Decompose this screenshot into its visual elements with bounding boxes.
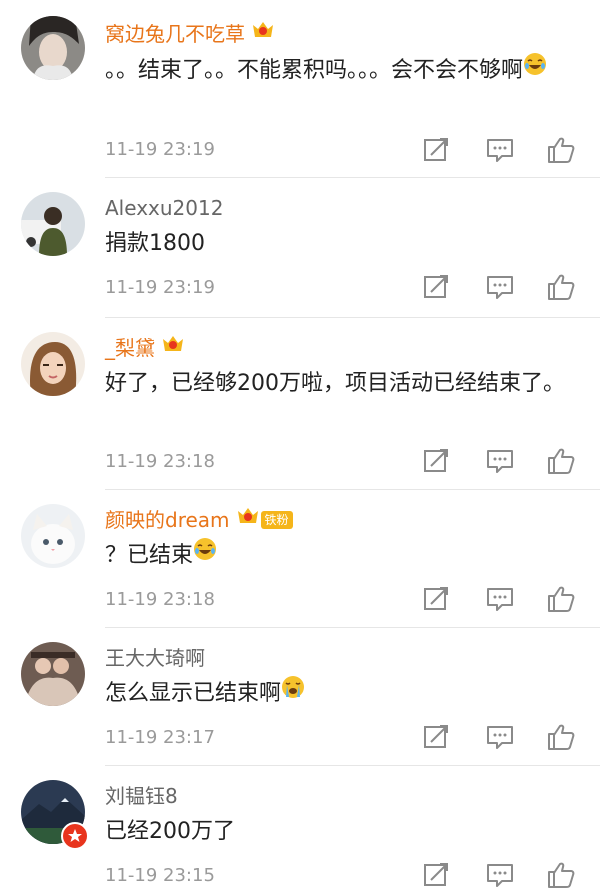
username-text: 窝边兔几不吃草: [105, 22, 245, 46]
comment-icon[interactable]: [484, 445, 516, 477]
like-icon[interactable]: [545, 721, 577, 753]
comment-item: 窝边兔几不吃草 。。结束了。。不能累积吗。。。会不会不够啊 11-19 23:1…: [0, 0, 600, 178]
verified-badge-icon: [61, 822, 89, 850]
username-text: _梨黛: [105, 336, 155, 360]
username-text: 王大大琦啊: [105, 646, 205, 670]
comment-time: 11-19 23:17: [105, 727, 215, 748]
username[interactable]: 王大大琦啊: [105, 644, 205, 672]
comment-text-body: 捐款1800: [105, 231, 205, 256]
comment-text: 怎么显示已结束啊: [105, 675, 590, 712]
comment-time: 11-19 23:19: [105, 139, 215, 160]
like-icon[interactable]: [545, 134, 577, 166]
username[interactable]: 刘韫钰8: [105, 782, 178, 810]
comment-text-body: 已经200万了: [105, 819, 235, 844]
comment-item: 颜映的dream 铁粉 ？已结束 11-19 23:18: [0, 490, 600, 628]
like-icon[interactable]: [545, 859, 577, 891]
comment-time: 11-19 23:18: [105, 451, 215, 472]
share-icon[interactable]: [420, 859, 452, 891]
laugh-cry-emoji: [523, 52, 547, 87]
share-icon[interactable]: [420, 271, 452, 303]
avatar[interactable]: [21, 642, 85, 706]
comment-icon[interactable]: [484, 859, 516, 891]
avatar[interactable]: [21, 16, 85, 80]
fan-badge: 铁粉: [260, 510, 293, 529]
comment-time: 11-19 23:18: [105, 589, 215, 610]
comment-text: ？已结束: [105, 537, 590, 574]
laugh-cry-emoji: [193, 537, 217, 572]
comment-text-body: ？已结束: [105, 543, 194, 568]
username[interactable]: 窝边兔几不吃草: [105, 20, 275, 50]
username-text: 刘韫钰8: [105, 784, 178, 808]
comment-text: 捐款1800: [105, 226, 590, 261]
comment-text-body: 怎么显示已结束啊: [105, 681, 282, 706]
vip-crown-icon: [161, 333, 185, 362]
comment-item: Alexxu2012 捐款1800 11-19 23:19: [0, 178, 600, 318]
share-icon[interactable]: [420, 445, 452, 477]
comment-time: 11-19 23:15: [105, 865, 215, 886]
like-icon[interactable]: [545, 271, 577, 303]
share-icon[interactable]: [420, 134, 452, 166]
username[interactable]: _梨黛: [105, 334, 185, 364]
comment-text: 好了，已经够200万啦，项目活动已经结束了。: [105, 366, 590, 401]
comment-list: 窝边兔几不吃草 。。结束了。。不能累积吗。。。会不会不够啊 11-19 23:1…: [0, 0, 600, 893]
username-text: Alexxu2012: [105, 196, 224, 220]
comment-icon[interactable]: [484, 721, 516, 753]
vip-crown-icon: [236, 505, 260, 534]
share-icon[interactable]: [420, 583, 452, 615]
comment-text-body: 好了，已经够200万啦，项目活动已经结束了。: [105, 371, 565, 396]
comment-item: 刘韫钰8 已经200万了 11-19 23:15: [0, 766, 600, 893]
like-icon[interactable]: [545, 445, 577, 477]
comment-icon[interactable]: [484, 134, 516, 166]
username[interactable]: Alexxu2012: [105, 194, 223, 222]
comment-text: 已经200万了: [105, 814, 590, 849]
share-icon[interactable]: [420, 721, 452, 753]
crying-emoji: [281, 675, 305, 710]
comment-time: 11-19 23:19: [105, 277, 215, 298]
comment-text: 。。结束了。。不能累积吗。。。会不会不够啊: [105, 52, 590, 89]
username-text: 颜映的dream: [105, 508, 230, 532]
comment-item: 王大大琦啊 怎么显示已结束啊 11-19 23:17: [0, 628, 600, 766]
comment-icon[interactable]: [484, 271, 516, 303]
username[interactable]: 颜映的dream 铁粉: [105, 506, 293, 536]
vip-crown-icon: [251, 19, 275, 48]
comment-icon[interactable]: [484, 583, 516, 615]
avatar[interactable]: [21, 192, 85, 256]
avatar[interactable]: [21, 332, 85, 396]
like-icon[interactable]: [545, 583, 577, 615]
comment-item: _梨黛 好了，已经够200万啦，项目活动已经结束了。 11-19 23:18: [0, 318, 600, 490]
comment-text-body: 。。结束了。。不能累积吗。。。会不会不够啊: [105, 58, 524, 83]
avatar[interactable]: [21, 504, 85, 568]
